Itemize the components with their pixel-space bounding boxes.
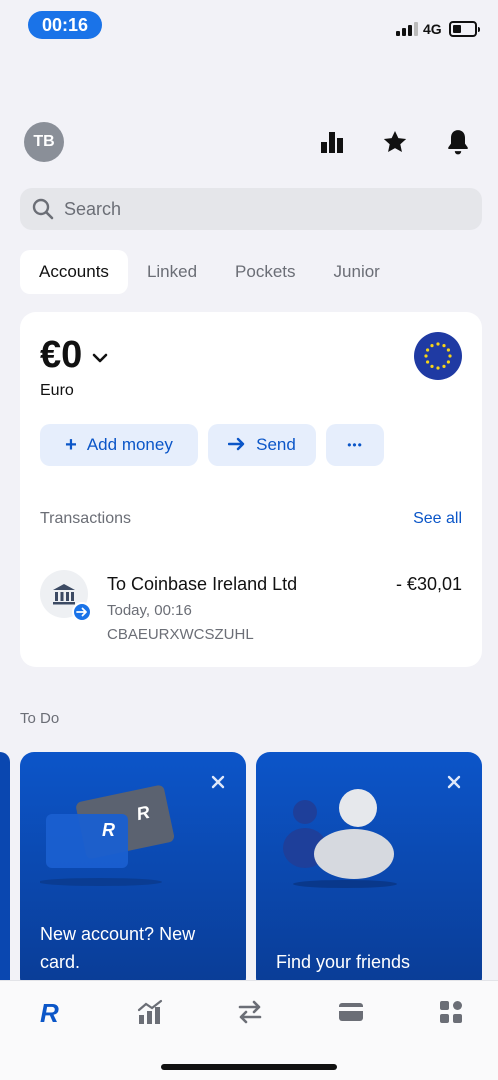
nav-home-icon[interactable]: R [35,997,65,1027]
eu-flag-icon [414,332,462,380]
add-money-label: Add money [86,435,173,454]
balance-selector[interactable]: €0 [40,334,108,377]
status-bar: 00:16 4G [0,0,498,50]
search-input[interactable] [64,198,444,220]
send-button[interactable]: Send [208,424,316,466]
promo-card-find-friends[interactable]: Find your friends [256,752,482,992]
tab-accounts[interactable]: Accounts [20,250,128,294]
home-indicator [161,1064,337,1070]
promo-text: Find your friends [276,952,411,972]
promo-text-line: card. [40,952,81,972]
search-bar[interactable] [20,188,482,230]
transaction-title: To Coinbase Ireland Ltd [107,574,298,594]
transactions-header: Transactions [40,510,131,527]
nav-card-icon[interactable] [336,997,366,1027]
more-actions-button[interactable]: ••• [326,424,384,466]
account-card: €0 Euro + Add money Send ••• Transaction… [20,312,482,667]
network-type: 4G [423,21,442,37]
balance-amount: €0 [40,334,83,376]
plus-icon: + [65,433,77,456]
tab-junior[interactable]: Junior [315,250,399,294]
see-all-link[interactable]: See all [413,510,462,528]
promo-text: New account? New card. [40,920,195,976]
close-icon[interactable] [446,774,462,790]
currency-name: Euro [40,382,74,399]
promo-card-new-card[interactable]: R R New account? New card. [20,752,246,992]
stats-icon[interactable] [318,128,346,156]
account-tabs: Accounts Linked Pockets Junior [20,250,399,294]
outgoing-arrow-icon [72,602,92,622]
svg-text:R: R [40,998,59,1026]
battery-icon [449,21,480,37]
tab-pockets[interactable]: Pockets [216,250,314,294]
signal-icon [396,22,418,36]
avatar[interactable]: TB [24,122,64,162]
search-icon [32,198,54,220]
bell-icon[interactable] [444,128,472,156]
transaction-time: Today, 00:16 [107,602,192,619]
send-label: Send [256,435,296,454]
add-money-button[interactable]: + Add money [40,424,198,466]
nav-invest-icon[interactable] [135,997,165,1027]
nav-hub-icon[interactable] [436,997,466,1027]
status-time: 00:16 [28,11,102,39]
promo-text-line: New account? New [40,924,196,944]
transaction-amount: - €30,01 [395,574,462,594]
tab-linked[interactable]: Linked [128,250,216,294]
star-icon[interactable] [381,128,409,156]
friends-illustration [283,789,397,888]
arrow-right-icon [227,434,246,457]
svg-text:R: R [102,820,115,840]
todo-label: To Do [20,710,60,727]
transaction-reference: CBAEURXWCSZUHL [107,626,254,643]
cards-illustration: R R [40,785,175,886]
chevron-down-icon [92,353,108,362]
close-icon[interactable] [210,774,226,790]
nav-transfer-icon[interactable] [235,997,265,1027]
previous-promo-card[interactable] [0,752,10,992]
